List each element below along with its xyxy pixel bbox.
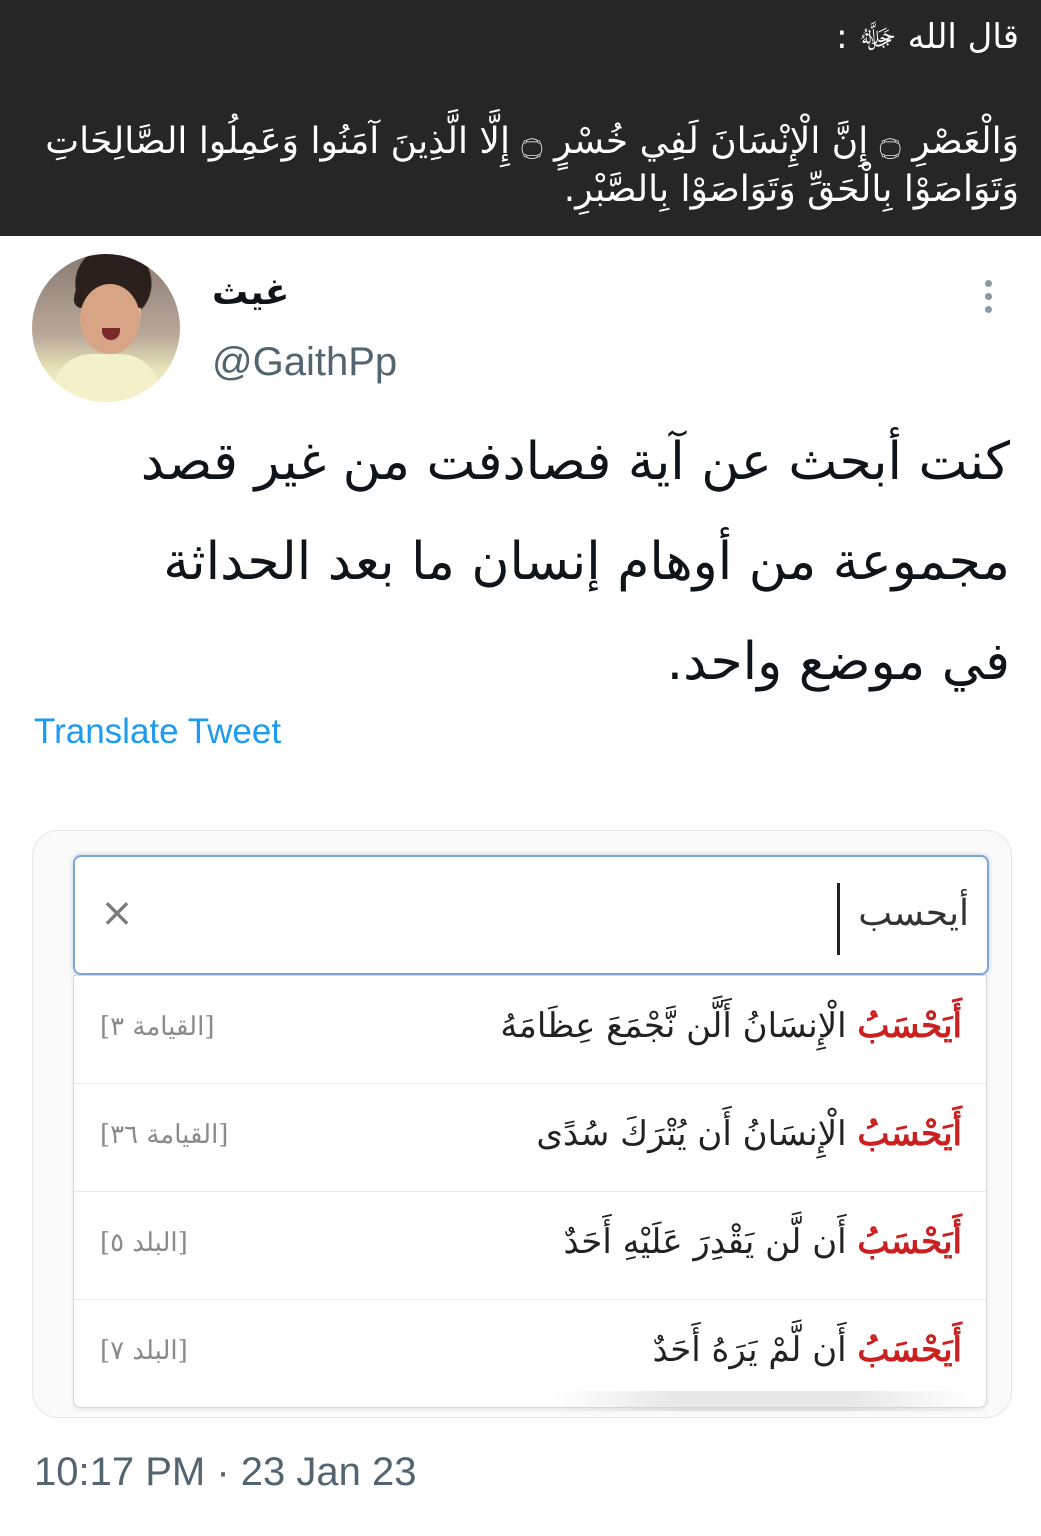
result-verse-rest: أَن لَّن يَقْدِرَ عَلَيْهِ أَحَدٌ [563,1222,858,1262]
result-item[interactable]: أَيَحْسَبُ الْإِنسَانُ أَلَّن نَّجْمَعَ … [74,976,986,1084]
result-keyword: أَيَحْسَبُ [857,1222,962,1262]
tweet-line: كنت أبحث عن آية فصادفت من غير قصد [140,432,1010,492]
result-reference: [القيامة ٣٦] [100,1120,229,1150]
result-verse-rest: أَن لَّمْ يَرَهُ أَحَدٌ [652,1330,858,1370]
search-results-list: أَيَحْسَبُ الْإِنسَانُ أَلَّن نَّجْمَعَ … [73,975,987,1408]
tweet-text: كنت أبحث عن آية فصادفت من غير قصد مجموعة… [40,412,1010,712]
avatar-shirt [52,354,160,402]
tweet-timestamp[interactable]: 10:17 PM · 23 Jan 23 [34,1450,416,1495]
result-verse: أَيَحْسَبُ الْإِنسَانُ أَلَّن نَّجْمَعَ … [500,1006,962,1046]
result-item[interactable]: أَيَحْسَبُ أَن لَّن يَقْدِرَ عَلَيْهِ أَ… [74,1192,986,1300]
result-verse: أَيَحْسَبُ الْإِنسَانُ أَن يُتْرَكَ سُدً… [536,1114,962,1154]
result-keyword: أَيَحْسَبُ [857,1330,962,1370]
tweet-line: في موضع واحد. [666,632,1010,692]
result-verse-rest: الْإِنسَانُ أَن يُتْرَكَ سُدًى [536,1114,858,1154]
result-reference: [البلد ٥] [100,1228,188,1258]
quote-banner: قال الله ﷻ : وَالْعَصْرِ ۝ إِنَّ الْإِنْ… [0,0,1041,236]
result-keyword: أَيَحْسَبُ [857,1006,962,1046]
avatar[interactable] [32,254,180,402]
embedded-image[interactable]: × أيحسب أَيَحْسَبُ الْإِنسَانُ أَلَّن نَ… [32,830,1012,1418]
tweet-line: مجموعة من أوهام إنسان ما بعد الحداثة [163,532,1010,592]
result-reference: [البلد ٧] [100,1336,188,1366]
cropped-text-remnant [553,1391,973,1411]
result-verse: أَيَحْسَبُ أَن لَّمْ يَرَهُ أَحَدٌ [652,1330,962,1370]
display-name[interactable]: غيث [212,272,289,313]
banner-verse: وَالْعَصْرِ ۝ إِنَّ الْإِنْسَانَ لَفِي خ… [45,121,1019,210]
more-options-icon[interactable] [980,280,996,320]
translate-tweet-link[interactable]: Translate Tweet [34,712,281,752]
search-input[interactable]: × أيحسب [73,855,989,975]
search-value: أيحسب [858,893,969,934]
result-item[interactable]: أَيَحْسَبُ الْإِنسَانُ أَن يُتْرَكَ سُدً… [74,1084,986,1192]
result-reference: [القيامة ٣] [100,1012,215,1042]
result-verse: أَيَحْسَبُ أَن لَّن يَقْدِرَ عَلَيْهِ أَ… [563,1222,962,1262]
banner-heading: قال الله ﷻ : [836,17,1019,57]
clear-icon[interactable]: × [95,887,139,939]
result-verse-rest: الْإِنسَانُ أَلَّن نَّجْمَعَ عِظَامَهُ [500,1006,858,1046]
avatar-face [80,284,140,354]
user-handle[interactable]: @GaithPp [212,340,397,385]
result-keyword: أَيَحْسَبُ [857,1114,962,1154]
text-caret [837,883,840,955]
